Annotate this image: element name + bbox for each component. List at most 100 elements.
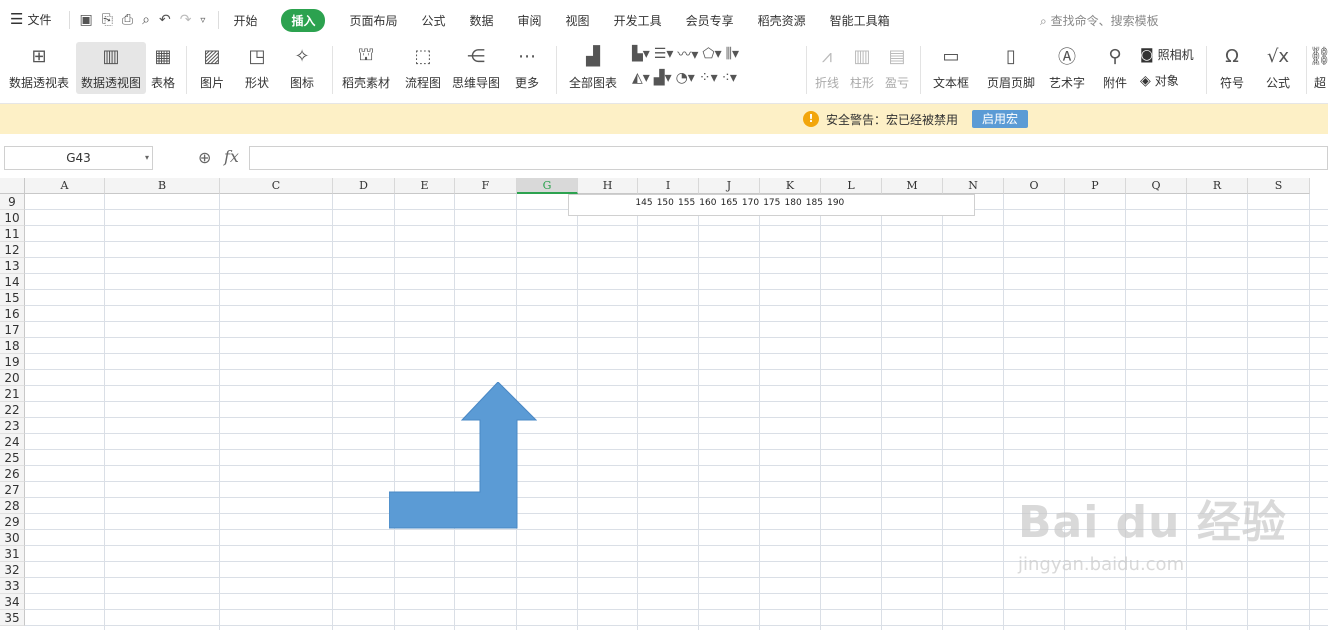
symbol-button[interactable]: Ω 符号 bbox=[1214, 42, 1250, 94]
tab-review[interactable]: 审阅 bbox=[518, 12, 542, 29]
customize-chevron-icon[interactable]: ▿ bbox=[200, 15, 205, 26]
command-search[interactable]: ⌕ 查找命令、搜索模板 bbox=[1040, 12, 1159, 29]
tab-view[interactable]: 视图 bbox=[566, 12, 590, 29]
select-all-corner[interactable] bbox=[0, 178, 25, 194]
column-header-l[interactable]: L bbox=[821, 178, 882, 194]
bubble-chart-icon[interactable]: ⁖▾ bbox=[722, 70, 737, 86]
stock-chart-icon[interactable]: ⫼▾ bbox=[726, 46, 739, 62]
row-header-30[interactable]: 30 bbox=[0, 530, 25, 546]
textbox-button[interactable]: ▭ 文本框 bbox=[928, 42, 974, 94]
more-button[interactable]: ⋯ 更多 bbox=[508, 42, 546, 94]
shape-button[interactable]: ◳ 形状 bbox=[238, 42, 276, 94]
file-menu[interactable]: ☰ 文件 bbox=[0, 0, 52, 40]
row-header-18[interactable]: 18 bbox=[0, 338, 25, 354]
enable-macros-button[interactable]: 启用宏 bbox=[972, 110, 1028, 128]
tab-insert[interactable]: 插入 bbox=[281, 8, 326, 32]
column-header-j[interactable]: J bbox=[699, 178, 760, 194]
save-icon[interactable]: ▣ bbox=[79, 12, 92, 28]
print-preview-icon[interactable]: ⌕ bbox=[142, 12, 150, 28]
row-header-29[interactable]: 29 bbox=[0, 514, 25, 530]
column-header-b[interactable]: B bbox=[105, 178, 220, 194]
row-header-15[interactable]: 15 bbox=[0, 290, 25, 306]
column-header-n[interactable]: N bbox=[943, 178, 1004, 194]
camera-button[interactable]: ◙ 照相机 bbox=[1140, 46, 1194, 63]
name-box[interactable]: G43 ▾ bbox=[4, 146, 153, 170]
line-chart-icon[interactable]: 〰▾ bbox=[677, 44, 698, 64]
row-header-34[interactable]: 34 bbox=[0, 594, 25, 610]
bar-chart-icon[interactable]: ☰▾ bbox=[654, 46, 674, 62]
row-header-27[interactable]: 27 bbox=[0, 482, 25, 498]
row-header-19[interactable]: 19 bbox=[0, 354, 25, 370]
row-header-25[interactable]: 25 bbox=[0, 450, 25, 466]
icons-button[interactable]: ✧ 图标 bbox=[284, 42, 320, 94]
row-header-32[interactable]: 32 bbox=[0, 562, 25, 578]
column-header-o[interactable]: O bbox=[1004, 178, 1065, 194]
tab-member[interactable]: 会员专享 bbox=[686, 12, 734, 29]
flowchart-button[interactable]: ⬚ 流程图 bbox=[402, 42, 444, 94]
row-header-33[interactable]: 33 bbox=[0, 578, 25, 594]
row-header-35[interactable]: 35 bbox=[0, 610, 25, 626]
tab-home[interactable]: 开始 bbox=[233, 12, 257, 29]
tab-formulas[interactable]: 公式 bbox=[422, 12, 446, 29]
tab-page-layout[interactable]: 页面布局 bbox=[349, 12, 397, 29]
column-header-d[interactable]: D bbox=[333, 178, 395, 194]
pivot-table-button[interactable]: ⊞ 数据透视表 bbox=[6, 42, 72, 94]
row-header-17[interactable]: 17 bbox=[0, 322, 25, 338]
column-header-f[interactable]: F bbox=[455, 178, 517, 194]
scatter-chart-icon[interactable]: ⁘▾ bbox=[699, 70, 718, 86]
row-header-26[interactable]: 26 bbox=[0, 466, 25, 482]
column-header-c[interactable]: C bbox=[220, 178, 333, 194]
tab-docer[interactable]: 稻壳资源 bbox=[758, 12, 806, 29]
all-charts-button[interactable]: ▟ 全部图表 bbox=[564, 42, 622, 94]
hyperlink-button[interactable]: ⛓ 超 bbox=[1312, 42, 1328, 94]
column-header-p[interactable]: P bbox=[1065, 178, 1126, 194]
row-header-24[interactable]: 24 bbox=[0, 434, 25, 450]
tab-smart-tools[interactable]: 智能工具箱 bbox=[830, 12, 890, 29]
row-header-13[interactable]: 13 bbox=[0, 258, 25, 274]
combo-chart-icon[interactable]: ▟▾ bbox=[654, 70, 672, 86]
column-header-h[interactable]: H bbox=[578, 178, 638, 194]
column-header-s[interactable]: S bbox=[1248, 178, 1310, 194]
formula-button[interactable]: √x 公式 bbox=[1258, 42, 1298, 94]
row-header-21[interactable]: 21 bbox=[0, 386, 25, 402]
column-header-a[interactable]: A bbox=[25, 178, 105, 194]
column-header-m[interactable]: M bbox=[882, 178, 943, 194]
sparkline-column-button[interactable]: ▥ 柱形 bbox=[847, 42, 877, 94]
column-header-e[interactable]: E bbox=[395, 178, 455, 194]
bent-up-arrow-shape[interactable] bbox=[389, 382, 537, 530]
area-chart-icon[interactable]: ◭▾ bbox=[632, 70, 650, 86]
radar-chart-icon[interactable]: ⬠▾ bbox=[702, 46, 721, 62]
tab-developer[interactable]: 开发工具 bbox=[614, 12, 662, 29]
sparkline-line-button[interactable]: ⩘ 折线 bbox=[812, 42, 842, 94]
row-header-23[interactable]: 23 bbox=[0, 418, 25, 434]
row-header-28[interactable]: 28 bbox=[0, 498, 25, 514]
column-header-q[interactable]: Q bbox=[1126, 178, 1187, 194]
docer-material-button[interactable]: ⛫ 稻壳素材 bbox=[340, 42, 392, 94]
pivot-chart-button[interactable]: ▥ 数据透视图 bbox=[76, 42, 146, 94]
object-button[interactable]: ◈ 对象 bbox=[1140, 72, 1179, 89]
row-header-11[interactable]: 11 bbox=[0, 226, 25, 242]
tab-data[interactable]: 数据 bbox=[470, 12, 494, 29]
pie-chart-icon[interactable]: ◔▾ bbox=[676, 70, 695, 86]
column-header-r[interactable]: R bbox=[1187, 178, 1248, 194]
mindmap-button[interactable]: ⋲ 思维导图 bbox=[450, 42, 502, 94]
redo-icon[interactable]: ↷ bbox=[180, 12, 192, 28]
export-pdf-icon[interactable]: ⎘ bbox=[102, 12, 113, 28]
attachment-button[interactable]: ⚲ 附件 bbox=[1100, 42, 1130, 94]
table-button[interactable]: ▦ 表格 bbox=[148, 42, 178, 94]
column-header-k[interactable]: K bbox=[760, 178, 821, 194]
sparkline-winloss-button[interactable]: ▤ 盈亏 bbox=[882, 42, 912, 94]
header-footer-button[interactable]: ▯ 页眉页脚 bbox=[984, 42, 1038, 94]
picture-button[interactable]: ▨ 图片 bbox=[194, 42, 230, 94]
chart-axis-fragment[interactable]: 145 150 155 160 165 170 175 180 185 190 bbox=[568, 194, 975, 216]
row-header-20[interactable]: 20 bbox=[0, 370, 25, 386]
row-header-14[interactable]: 14 bbox=[0, 274, 25, 290]
column-chart-icon[interactable]: ▙▾ bbox=[632, 46, 650, 62]
row-header-31[interactable]: 31 bbox=[0, 546, 25, 562]
undo-icon[interactable]: ↶ bbox=[159, 12, 171, 28]
row-header-9[interactable]: 9 bbox=[0, 194, 25, 210]
wordart-button[interactable]: Ⓐ 艺术字 bbox=[1044, 42, 1090, 94]
row-header-16[interactable]: 16 bbox=[0, 306, 25, 322]
function-icon[interactable]: fx bbox=[224, 147, 239, 166]
print-icon[interactable]: ⎙ bbox=[122, 12, 133, 28]
